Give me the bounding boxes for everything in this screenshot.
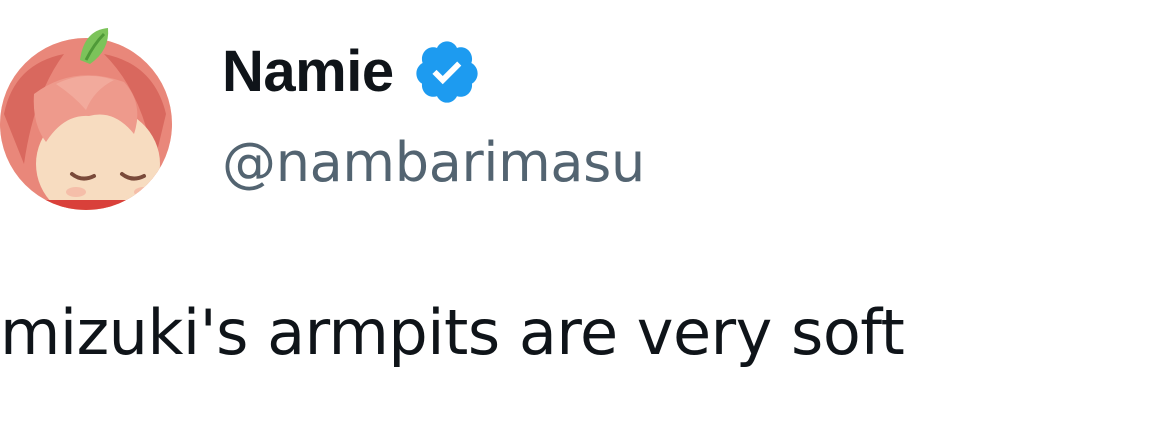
avatar-image bbox=[0, 28, 172, 210]
tweet-text: mizuki's armpits are very soft bbox=[0, 296, 905, 369]
avatar[interactable] bbox=[0, 24, 178, 212]
author-display-name[interactable]: Namie bbox=[222, 43, 394, 101]
verified-badge-icon[interactable] bbox=[412, 37, 482, 107]
author-handle[interactable]: @nambarimasu bbox=[222, 136, 645, 190]
author-name-row: Namie bbox=[222, 36, 482, 108]
tweet-card: Namie @nambarimasu mizuki's armpits are … bbox=[0, 0, 1160, 442]
